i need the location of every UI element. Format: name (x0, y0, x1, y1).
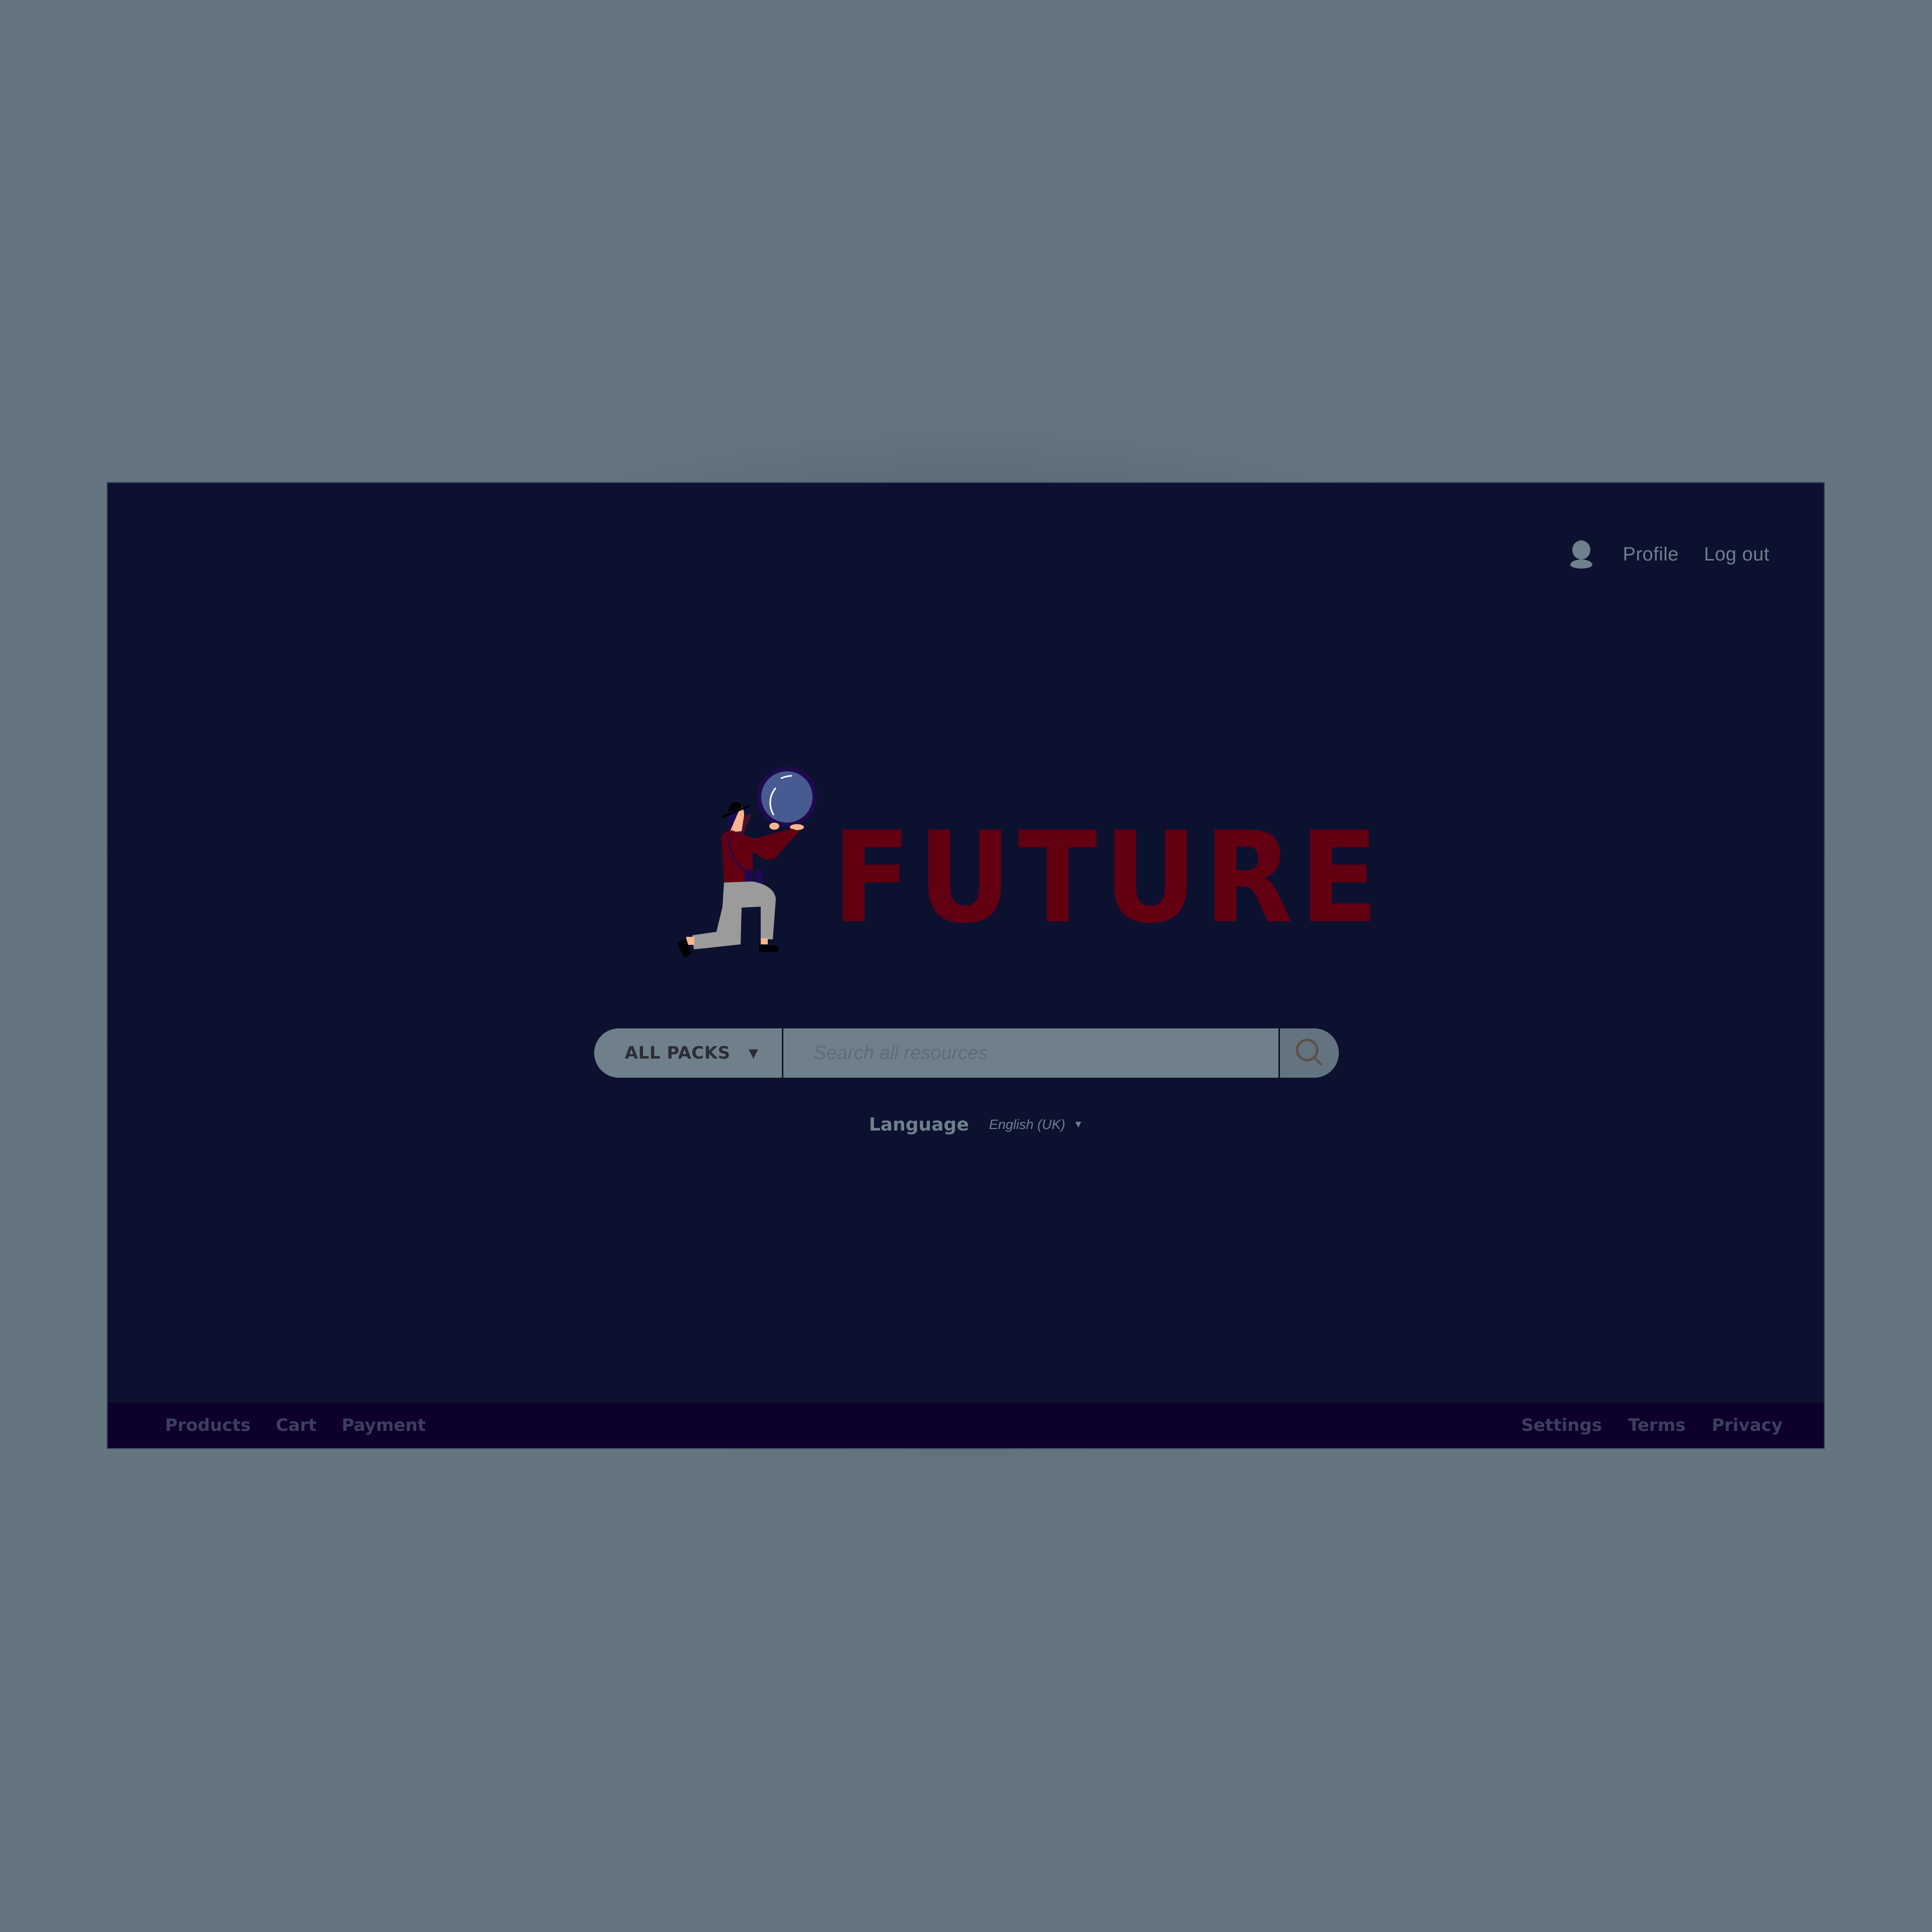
footer-link-products[interactable]: Products (165, 1415, 251, 1435)
footer-left-links: Products Cart Payment (165, 1415, 426, 1435)
search-bar: ALL PACKS ▼ (594, 1028, 1339, 1078)
ankle-right (761, 938, 768, 944)
language-label: Language (869, 1114, 969, 1135)
footer-right-links: Settings Terms Privacy (1521, 1415, 1783, 1435)
user-icon-head (1572, 540, 1591, 559)
language-value: English (UK) (989, 1117, 1066, 1132)
footer-link-terms[interactable]: Terms (1628, 1415, 1685, 1435)
caret-down-icon: ▼ (1073, 1119, 1084, 1130)
pack-filter-label: ALL PACKS (624, 1043, 731, 1063)
app-window: Profile Log out FUTURE ALL PACKS ▼ Searc… (107, 482, 1825, 1449)
top-nav: Profile Log out (1570, 540, 1769, 569)
footer-link-payment[interactable]: Payment (342, 1415, 426, 1435)
footer-link-settings[interactable]: Settings (1521, 1415, 1602, 1435)
search-button[interactable] (1278, 1028, 1339, 1078)
pack-filter-dropdown[interactable]: ALL PACKS ▼ (594, 1028, 783, 1078)
shoe-right (759, 944, 779, 952)
profile-link[interactable]: Profile (1623, 544, 1678, 566)
logo: FUTURE (666, 756, 1381, 957)
footer-link-privacy[interactable]: Privacy (1712, 1415, 1783, 1435)
explorer-illustration (677, 767, 817, 957)
magnifier-lens (761, 771, 813, 823)
caret-down-icon: ▼ (745, 1043, 762, 1062)
hand-left (769, 823, 779, 830)
logout-link[interactable]: Log out (1704, 544, 1769, 566)
logo-text: FUTURE (832, 804, 1386, 951)
search-icon (1296, 1038, 1322, 1066)
language-dropdown[interactable]: English (UK) ▼ (989, 1117, 1083, 1133)
language-selector: Language English (UK) ▼ (869, 1114, 1083, 1135)
user-icon[interactable] (1570, 540, 1593, 569)
footer-link-cart[interactable]: Cart (276, 1415, 316, 1435)
user-icon-body (1570, 559, 1593, 569)
footer: Products Cart Payment Settings Terms Pri… (108, 1403, 1824, 1448)
search-input[interactable] (783, 1028, 1278, 1078)
